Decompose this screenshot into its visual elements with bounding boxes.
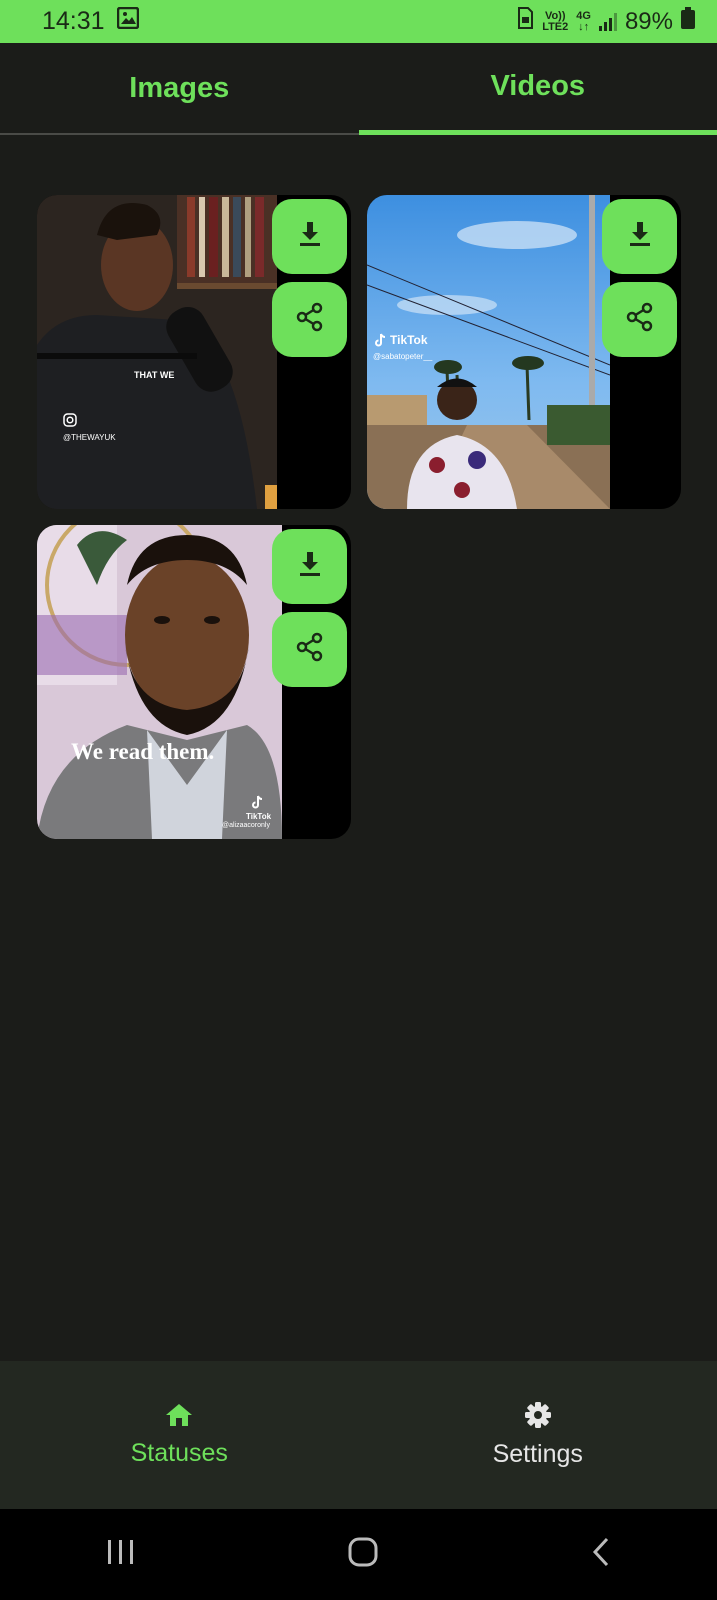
home-button-icon[interactable] (347, 1536, 379, 1573)
tab-videos[interactable]: Videos (358, 43, 717, 135)
video-caption: THAT WE (134, 370, 175, 380)
nav-settings-label: Settings (492, 1440, 583, 1468)
gallery-icon (116, 6, 139, 36)
share-button[interactable] (272, 612, 347, 687)
share-button[interactable] (272, 282, 347, 357)
download-button[interactable] (602, 199, 677, 274)
download-icon (297, 220, 323, 253)
video-thumbnail[interactable]: We read them. TikTok @alizaacoronly (37, 525, 282, 839)
system-navigation-bar (0, 1509, 717, 1600)
video-handle: TikTok (246, 812, 272, 821)
back-icon[interactable] (590, 1536, 612, 1573)
nav-statuses-label: Statuses (130, 1439, 228, 1467)
video-caption: TikTok (390, 333, 428, 347)
share-icon (625, 302, 655, 337)
download-button[interactable] (272, 529, 347, 604)
video-sub-handle: @alizaacoronly (222, 822, 270, 829)
status-time: 14:31 (42, 7, 105, 35)
video-caption: We read them. (71, 739, 215, 764)
status-bar: 14:31 Vo)) LTE2 4G ↓↑ 89% (0, 0, 717, 43)
video-handle: @sabatopeter__ (373, 352, 433, 361)
recent-apps-icon[interactable] (106, 1538, 136, 1571)
home-icon (164, 1402, 194, 1433)
video-card[interactable]: THAT WE @THEWAYUK (37, 195, 351, 509)
video-thumbnail[interactable]: TikTok @sabatopeter__ (367, 195, 610, 509)
battery-icon (681, 7, 695, 36)
tab-images[interactable]: Images (0, 43, 359, 135)
gear-icon (524, 1401, 552, 1434)
battery-percent: 89% (624, 7, 673, 35)
instagram-icon (63, 413, 77, 432)
video-card[interactable]: We read them. TikTok @alizaacoronly (37, 525, 351, 839)
network-indicator: 4G ↓↑ (576, 9, 591, 33)
volte-indicator: Vo)) LTE2 (542, 9, 569, 33)
video-card[interactable]: TikTok @sabatopeter__ (367, 195, 681, 509)
share-button[interactable] (602, 282, 677, 357)
sim-icon (516, 7, 534, 36)
video-handle: @THEWAYUK (63, 433, 116, 442)
download-icon (297, 550, 323, 583)
download-button[interactable] (272, 199, 347, 274)
share-icon (295, 302, 325, 337)
signal-icon (598, 12, 617, 31)
nav-settings[interactable]: Settings (359, 1361, 717, 1509)
tab-bar: Images Videos (0, 43, 717, 135)
nav-statuses[interactable]: Statuses (0, 1361, 359, 1509)
bottom-navigation: Statuses Settings (0, 1361, 717, 1509)
tiktok-icon (375, 333, 387, 352)
share-icon (295, 632, 325, 667)
download-icon (627, 220, 653, 253)
video-thumbnail[interactable]: THAT WE @THEWAYUK (37, 195, 277, 509)
